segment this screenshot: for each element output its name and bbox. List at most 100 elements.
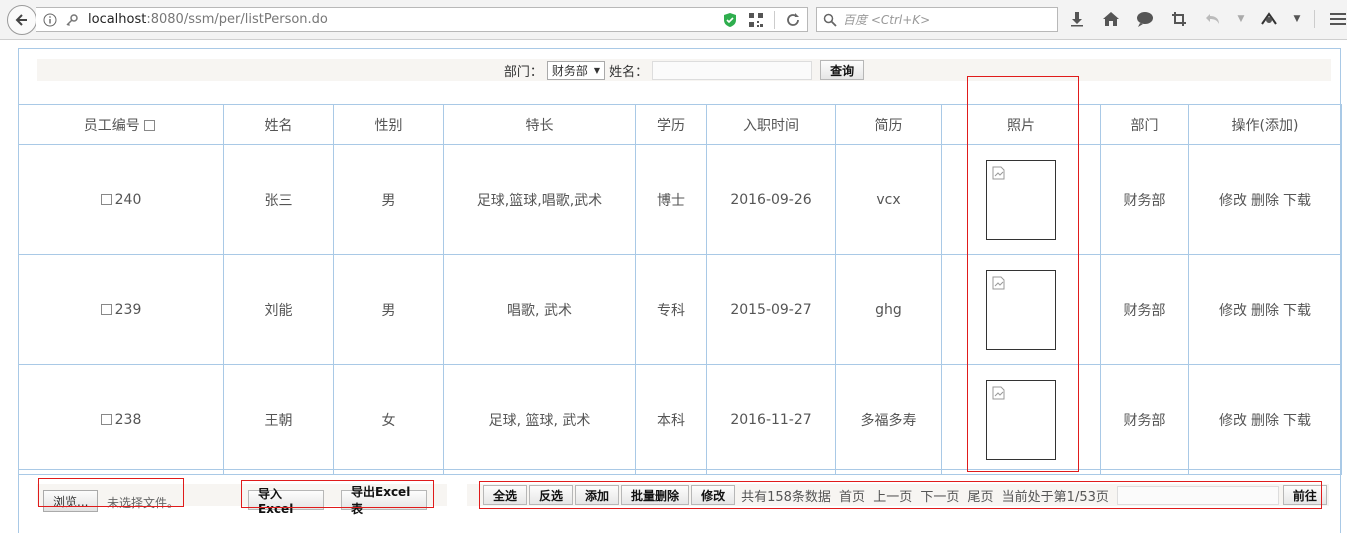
header-label: 员工编号 xyxy=(83,117,140,134)
batch-delete-button[interactable]: 批量删除 xyxy=(621,485,690,505)
header-resume: 简历 xyxy=(835,104,942,145)
export-excel-button[interactable]: 导出Excel表 xyxy=(341,485,427,516)
crop-icon[interactable] xyxy=(1168,8,1190,30)
delete-link[interactable]: 删除 xyxy=(1251,193,1279,209)
dept-label: 部门： xyxy=(503,64,543,80)
header-skills: 特长 xyxy=(443,104,636,145)
url-text: localhost:8080/ssm/per/listPerson.do xyxy=(88,12,328,27)
header-education: 学历 xyxy=(635,104,707,145)
download-icon[interactable] xyxy=(1066,8,1088,30)
url-path: :8080/ssm/per/listPerson.do xyxy=(146,12,328,27)
person-list-page: 部门： 财务部 ▼ 姓名： 查询 员工编号 姓名 性别 特长 学历 入职时间 简… xyxy=(18,48,1342,533)
broken-image-icon xyxy=(992,386,1005,399)
no-file-label: 未选择文件。 xyxy=(107,496,180,510)
select-all-button[interactable]: 全选 xyxy=(483,485,528,505)
undo-icon[interactable] xyxy=(1202,8,1224,30)
home-icon[interactable] xyxy=(1100,8,1122,30)
row-checkbox[interactable] xyxy=(100,193,112,205)
download-link[interactable]: 下载 xyxy=(1283,413,1311,429)
browse-button[interactable]: 浏览... xyxy=(43,490,99,512)
header-employee-id: 员工编号 xyxy=(18,104,224,145)
employee-id: 239 xyxy=(114,301,142,318)
edit-link[interactable]: 修改 xyxy=(1219,413,1247,429)
cell-dept: 财务部 xyxy=(1100,254,1189,365)
pager-bar: 全选 反选 添加 批量删除 修改 共有158条数据 首页 上一页 下一页 尾页 … xyxy=(467,484,1329,506)
download-link[interactable]: 下载 xyxy=(1283,193,1311,209)
cell-operations: 修改 删除 下载 xyxy=(1188,364,1342,475)
url-bar[interactable]: localhost:8080/ssm/per/listPerson.do xyxy=(36,7,808,32)
header-name: 姓名 xyxy=(223,104,334,145)
broken-image-icon xyxy=(992,166,1005,179)
table-row: 239 刘能 男 唱歌, 武术 专科 2015-09-27 ghg 财务部 修改… xyxy=(18,254,1342,365)
cell-education: 本科 xyxy=(635,364,707,475)
chat-icon[interactable] xyxy=(1134,8,1156,30)
broken-image-icon xyxy=(992,276,1005,289)
next-page-link[interactable]: 下一页 xyxy=(920,490,959,505)
edit-button[interactable]: 修改 xyxy=(691,485,736,505)
query-bar: 部门： 财务部 ▼ 姓名： 查询 xyxy=(37,59,1331,81)
current-page-text: 当前处于第1/53页 xyxy=(1001,489,1109,505)
search-icon xyxy=(823,13,837,27)
dept-select[interactable]: 财务部 ▼ xyxy=(546,60,606,80)
cell-photo xyxy=(941,144,1101,255)
dept-selected-value: 财务部 xyxy=(551,63,588,78)
page-number-input[interactable] xyxy=(1116,485,1279,505)
extension-icon[interactable] xyxy=(1258,8,1280,30)
chevron-down-icon[interactable]: ▼ xyxy=(1292,8,1302,30)
cell-hire-date: 2016-09-26 xyxy=(706,144,836,255)
cell-education: 博士 xyxy=(635,144,707,255)
key-icon xyxy=(64,12,80,28)
photo-placeholder xyxy=(986,269,1056,350)
row-checkbox[interactable] xyxy=(100,303,112,315)
last-page-link[interactable]: 尾页 xyxy=(968,490,994,505)
chevron-down-icon[interactable]: ▼ xyxy=(1236,8,1246,30)
cell-gender: 女 xyxy=(333,364,444,475)
name-input[interactable] xyxy=(652,60,813,80)
reload-icon[interactable] xyxy=(785,12,801,28)
cell-skills: 足球,篮球,唱歌,武术 xyxy=(443,144,636,255)
import-excel-button[interactable]: 导入Excel xyxy=(248,487,324,516)
header-hire-date: 入职时间 xyxy=(706,104,836,145)
cell-gender: 男 xyxy=(333,254,444,365)
pager-text: 共有158条数据 首页 上一页 下一页 尾页 当前处于第1/53页 xyxy=(741,486,1113,505)
cell-skills: 足球, 篮球, 武术 xyxy=(443,364,636,475)
download-link[interactable]: 下载 xyxy=(1283,303,1311,319)
delete-link[interactable]: 删除 xyxy=(1251,303,1279,319)
info-icon[interactable] xyxy=(42,12,58,28)
qr-code-icon[interactable] xyxy=(748,12,764,28)
edit-link[interactable]: 修改 xyxy=(1219,193,1247,209)
cell-photo xyxy=(941,254,1101,365)
cell-dept: 财务部 xyxy=(1100,144,1189,255)
search-button[interactable]: 查询 xyxy=(820,60,865,80)
edit-link[interactable]: 修改 xyxy=(1219,303,1247,319)
name-label: 姓名： xyxy=(609,64,649,80)
goto-page-button[interactable]: 前往 xyxy=(1282,485,1327,505)
search-placeholder: 百度 <Ctrl+K> xyxy=(843,13,931,27)
header-operations[interactable]: 操作(添加) xyxy=(1188,104,1342,145)
toolbar-separator xyxy=(1314,10,1315,28)
add-button[interactable]: 添加 xyxy=(575,485,620,505)
prev-page-link[interactable]: 上一页 xyxy=(873,490,912,505)
cell-operations: 修改 删除 下载 xyxy=(1188,254,1342,365)
back-button[interactable] xyxy=(7,5,37,35)
first-page-link[interactable]: 首页 xyxy=(839,490,865,505)
search-bar[interactable]: 百度 <Ctrl+K> xyxy=(816,7,1058,32)
employee-id: 238 xyxy=(114,411,142,428)
total-count: 共有158条数据 xyxy=(741,489,831,505)
cell-resume: vcx xyxy=(835,144,942,255)
shield-icon[interactable] xyxy=(722,12,738,28)
invert-select-button[interactable]: 反选 xyxy=(529,485,574,505)
header-gender: 性别 xyxy=(333,104,444,145)
table-row: 238 王朝 女 足球, 篮球, 武术 本科 2016-11-27 多福多寿 财… xyxy=(18,364,1342,475)
select-all-checkbox[interactable] xyxy=(144,119,156,131)
menu-icon[interactable] xyxy=(1327,8,1347,30)
cell-hire-date: 2016-11-27 xyxy=(706,364,836,475)
delete-link[interactable]: 删除 xyxy=(1251,413,1279,429)
cell-employee-id: 240 xyxy=(18,144,224,255)
cell-employee-id: 239 xyxy=(18,254,224,365)
row-checkbox[interactable] xyxy=(100,413,112,425)
table-header-row: 员工编号 姓名 性别 特长 学历 入职时间 简历 照片 部门 操作(添加) xyxy=(18,104,1342,145)
cell-operations: 修改 删除 下载 xyxy=(1188,144,1342,255)
photo-placeholder xyxy=(986,379,1056,460)
table-row: 240 张三 男 足球,篮球,唱歌,武术 博士 2016-09-26 vcx 财… xyxy=(18,144,1342,255)
